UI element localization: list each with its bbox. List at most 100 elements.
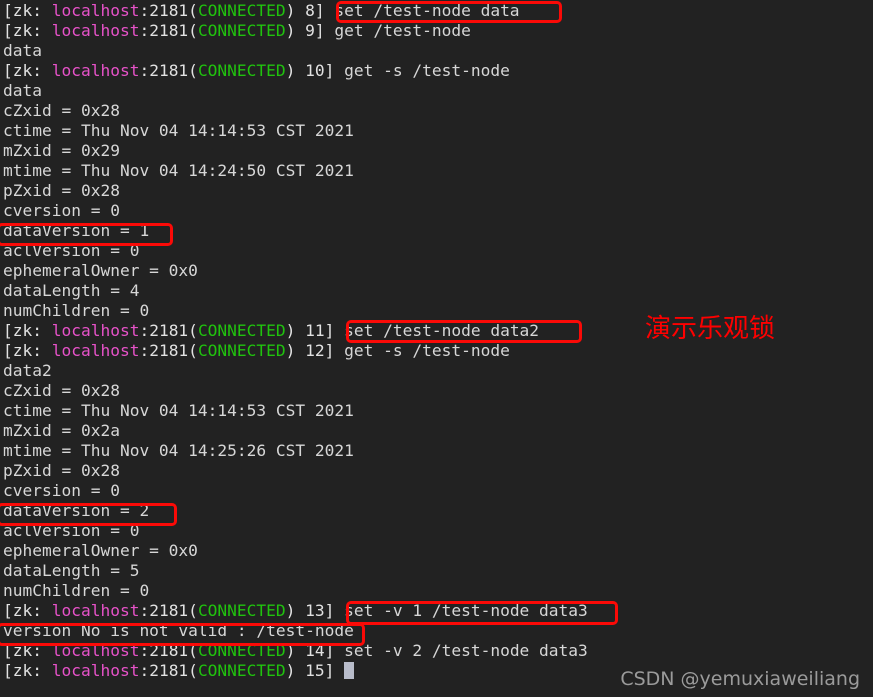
prompt-host: localhost [51, 1, 140, 20]
output-text: ephemeralOwner = 0x0 [3, 541, 198, 560]
prompt-host: localhost [51, 341, 140, 360]
terminal-output-line: dataVersion = 1 [3, 221, 588, 241]
output-text: dataLength = 5 [3, 561, 140, 580]
text-cursor [344, 662, 355, 679]
prompt-port: :2181( [139, 641, 198, 660]
output-text: dataLength = 4 [3, 281, 140, 300]
output-text: cversion = 0 [3, 201, 120, 220]
prompt-command: set /test-node data2 [334, 321, 540, 340]
output-text: data [3, 81, 42, 100]
prompt-index: ) 14] [285, 641, 335, 660]
prompt-host: localhost [51, 21, 140, 40]
prompt-command: set -v 2 /test-node data3 [334, 641, 588, 660]
terminal-output: [zk: localhost:2181(CONNECTED) 8] set /t… [3, 1, 588, 681]
prompt-prefix: [zk: [3, 21, 52, 40]
terminal-output-line: data2 [3, 361, 588, 381]
terminal-prompt-line: [zk: localhost:2181(CONNECTED) 8] set /t… [3, 1, 588, 21]
prompt-prefix: [zk: [3, 61, 52, 80]
prompt-status: CONNECTED [197, 341, 286, 360]
terminal-output-line: numChildren = 0 [3, 301, 588, 321]
terminal-prompt-line: [zk: localhost:2181(CONNECTED) 10] get -… [3, 61, 588, 81]
terminal-output-line: dataLength = 4 [3, 281, 588, 301]
output-text: cZxid = 0x28 [3, 381, 120, 400]
prompt-prefix: [zk: [3, 601, 52, 620]
prompt-port: :2181( [139, 1, 198, 20]
output-text: ctime = Thu Nov 04 14:14:53 CST 2021 [3, 121, 354, 140]
output-text: dataVersion = 2 [3, 501, 150, 520]
terminal-output-line: data [3, 81, 588, 101]
terminal-prompt-line: [zk: localhost:2181(CONNECTED) 14] set -… [3, 641, 588, 661]
prompt-host: localhost [51, 321, 140, 340]
terminal-output-line: pZxid = 0x28 [3, 461, 588, 481]
annotation-note: 演示乐观锁 [645, 314, 776, 344]
terminal-prompt-line: [zk: localhost:2181(CONNECTED) 15] [3, 661, 588, 681]
prompt-status: CONNECTED [197, 661, 286, 680]
output-text: mtime = Thu Nov 04 14:25:26 CST 2021 [3, 441, 354, 460]
output-text: cversion = 0 [3, 481, 120, 500]
terminal-output-line: cZxid = 0x28 [3, 101, 588, 121]
terminal-output-line: ctime = Thu Nov 04 14:14:53 CST 2021 [3, 401, 588, 421]
prompt-prefix: [zk: [3, 341, 52, 360]
prompt-index: ) 15] [285, 661, 335, 680]
prompt-index: ) 10] [285, 61, 335, 80]
terminal-prompt-line: [zk: localhost:2181(CONNECTED) 9] get /t… [3, 21, 588, 41]
terminal-output-line: version No is not valid : /test-node [3, 621, 588, 641]
terminal-prompt-line: [zk: localhost:2181(CONNECTED) 13] set -… [3, 601, 588, 621]
prompt-index: ) 12] [285, 341, 335, 360]
prompt-port: :2181( [139, 341, 198, 360]
output-text: numChildren = 0 [3, 301, 150, 320]
prompt-index: ) 9] [285, 21, 325, 40]
prompt-host: localhost [51, 661, 140, 680]
prompt-status: CONNECTED [197, 21, 286, 40]
terminal-output-line: dataLength = 5 [3, 561, 588, 581]
output-text: aclVersion = 0 [3, 241, 140, 260]
terminal-output-line: ctime = Thu Nov 04 14:14:53 CST 2021 [3, 121, 588, 141]
terminal-output-line: ephemeralOwner = 0x0 [3, 261, 588, 281]
prompt-index: ) 13] [285, 601, 335, 620]
prompt-prefix: [zk: [3, 321, 52, 340]
prompt-status: CONNECTED [197, 321, 286, 340]
terminal-output-line: pZxid = 0x28 [3, 181, 588, 201]
output-text: data2 [3, 361, 52, 380]
output-text: version No is not valid : /test-node [3, 621, 354, 640]
prompt-index: ) 8] [285, 1, 325, 20]
prompt-prefix: [zk: [3, 1, 52, 20]
output-text: mtime = Thu Nov 04 14:24:50 CST 2021 [3, 161, 354, 180]
prompt-command: set /test-node data [324, 1, 520, 20]
terminal-prompt-line: [zk: localhost:2181(CONNECTED) 11] set /… [3, 321, 588, 341]
output-text: cZxid = 0x28 [3, 101, 120, 120]
prompt-status: CONNECTED [197, 641, 286, 660]
prompt-port: :2181( [139, 61, 198, 80]
terminal-output-line: dataVersion = 2 [3, 501, 588, 521]
terminal-window: [zk: localhost:2181(CONNECTED) 8] set /t… [0, 0, 873, 697]
terminal-output-line: aclVersion = 0 [3, 241, 588, 261]
prompt-prefix: [zk: [3, 661, 52, 680]
terminal-output-line: data [3, 41, 588, 61]
output-text: data [3, 41, 42, 60]
prompt-command: get -s /test-node [334, 341, 510, 360]
terminal-prompt-line: [zk: localhost:2181(CONNECTED) 12] get -… [3, 341, 588, 361]
terminal-output-line: mtime = Thu Nov 04 14:24:50 CST 2021 [3, 161, 588, 181]
output-text: ephemeralOwner = 0x0 [3, 261, 198, 280]
prompt-status: CONNECTED [197, 1, 286, 20]
prompt-index: ) 11] [285, 321, 335, 340]
terminal-output-line: aclVersion = 0 [3, 521, 588, 541]
csdn-watermark: CSDN @yemuxiaweiliang [620, 668, 860, 690]
prompt-command: get -s /test-node [334, 61, 510, 80]
output-text: pZxid = 0x28 [3, 461, 120, 480]
output-text: mZxid = 0x2a [3, 421, 120, 440]
terminal-output-line: cversion = 0 [3, 201, 588, 221]
output-text: numChildren = 0 [3, 581, 150, 600]
prompt-status: CONNECTED [197, 601, 286, 620]
prompt-port: :2181( [139, 601, 198, 620]
output-text: aclVersion = 0 [3, 521, 140, 540]
terminal-output-line: mtime = Thu Nov 04 14:25:26 CST 2021 [3, 441, 588, 461]
prompt-prefix: [zk: [3, 641, 52, 660]
terminal-output-line: numChildren = 0 [3, 581, 588, 601]
prompt-port: :2181( [139, 321, 198, 340]
output-text: ctime = Thu Nov 04 14:14:53 CST 2021 [3, 401, 354, 420]
prompt-status: CONNECTED [197, 61, 286, 80]
prompt-host: localhost [51, 601, 140, 620]
output-text: dataVersion = 1 [3, 221, 150, 240]
terminal-output-line: mZxid = 0x29 [3, 141, 588, 161]
